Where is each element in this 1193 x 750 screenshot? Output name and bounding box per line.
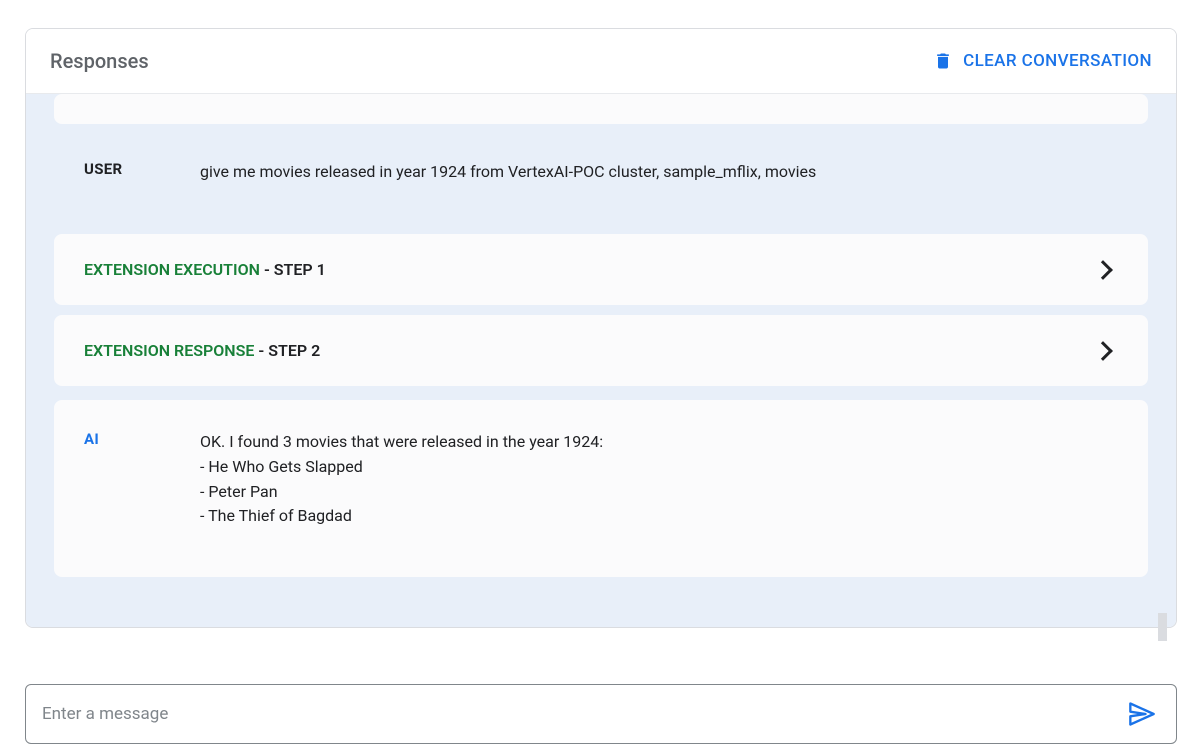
responses-panel: Responses CLEAR CONVERSATION USER give m…	[25, 28, 1177, 628]
chevron-right-icon	[1093, 341, 1113, 361]
user-message-text: give me movies released in year 1924 fro…	[200, 160, 816, 184]
trash-icon	[933, 49, 953, 73]
step-label: EXTENSION EXECUTION - STEP 1	[84, 260, 326, 279]
user-role-label: USER	[84, 160, 200, 184]
ai-role-label: AI	[84, 430, 200, 529]
step-suffix: - STEP 1	[260, 260, 326, 279]
clear-label: CLEAR CONVERSATION	[963, 51, 1152, 71]
panel-header: Responses CLEAR CONVERSATION	[26, 29, 1176, 94]
step-label: EXTENSION RESPONSE - STEP 2	[84, 341, 320, 360]
extension-execution-step[interactable]: EXTENSION EXECUTION - STEP 1	[54, 234, 1148, 305]
clear-conversation-button[interactable]: CLEAR CONVERSATION	[933, 49, 1152, 73]
ai-message-text: OK. I found 3 movies that were released …	[200, 430, 603, 529]
user-message-block: USER give me movies released in year 192…	[54, 124, 1148, 234]
message-input[interactable]	[42, 704, 1124, 724]
step-suffix: - STEP 2	[254, 341, 320, 360]
previous-card-edge	[54, 94, 1148, 124]
send-icon	[1128, 700, 1156, 728]
panel-title: Responses	[50, 49, 149, 73]
message-input-container	[25, 684, 1177, 744]
ai-response-card: AI OK. I found 3 movies that were releas…	[54, 400, 1148, 577]
chevron-right-icon	[1093, 260, 1113, 280]
conversation-area[interactable]: USER give me movies released in year 192…	[26, 94, 1176, 627]
send-button[interactable]	[1124, 696, 1160, 732]
step-prefix: EXTENSION EXECUTION	[84, 260, 260, 279]
scrollbar-thumb[interactable]	[1158, 613, 1167, 641]
step-prefix: EXTENSION RESPONSE	[84, 341, 254, 360]
extension-response-step[interactable]: EXTENSION RESPONSE - STEP 2	[54, 315, 1148, 386]
